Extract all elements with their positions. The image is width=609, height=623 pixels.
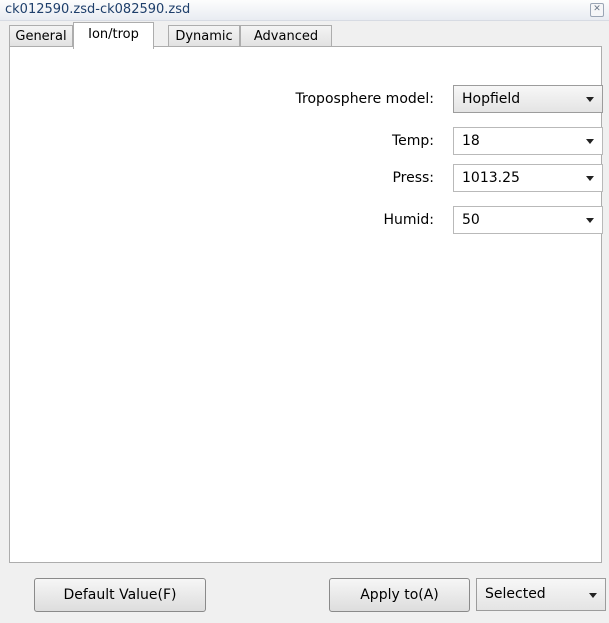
troposphere-model-value: Hopfield xyxy=(462,91,521,107)
chevron-down-icon xyxy=(589,593,597,598)
window-title: ck012590.zsd-ck082590.zsd xyxy=(5,2,191,17)
tab-general[interactable]: General xyxy=(9,25,73,46)
title-bar: ck012590.zsd-ck082590.zsd ✕ xyxy=(0,0,609,21)
temp-value: 18 xyxy=(462,133,480,149)
ion-trop-panel: Troposphere model: Hopfield Temp: 18 Pre… xyxy=(9,46,603,563)
chevron-down-icon xyxy=(586,218,594,223)
troposphere-model-label: Troposphere model: xyxy=(295,91,434,107)
tab-advanced[interactable]: Advanced xyxy=(240,25,332,46)
humid-combo[interactable]: 50 xyxy=(453,206,603,234)
chevron-down-icon xyxy=(586,176,594,181)
apply-to-button[interactable]: Apply to(A) xyxy=(329,578,470,612)
apply-target-select[interactable]: Selected xyxy=(476,578,606,611)
default-value-button[interactable]: Default Value(F) xyxy=(34,578,206,612)
humid-value: 50 xyxy=(462,212,480,228)
apply-target-value: Selected xyxy=(485,586,546,602)
humid-label: Humid: xyxy=(383,212,434,228)
press-label: Press: xyxy=(392,170,434,186)
temp-label: Temp: xyxy=(391,133,434,149)
press-value: 1013.25 xyxy=(462,170,520,186)
temp-combo[interactable]: 18 xyxy=(453,127,603,155)
press-combo[interactable]: 1013.25 xyxy=(453,164,603,192)
tab-ion-trop[interactable]: Ion/trop xyxy=(73,22,154,49)
tab-dynamic[interactable]: Dynamic xyxy=(168,25,240,46)
chevron-down-icon xyxy=(586,139,594,144)
close-icon[interactable]: ✕ xyxy=(590,3,604,17)
troposphere-model-select[interactable]: Hopfield xyxy=(453,85,603,113)
chevron-down-icon xyxy=(586,97,594,102)
